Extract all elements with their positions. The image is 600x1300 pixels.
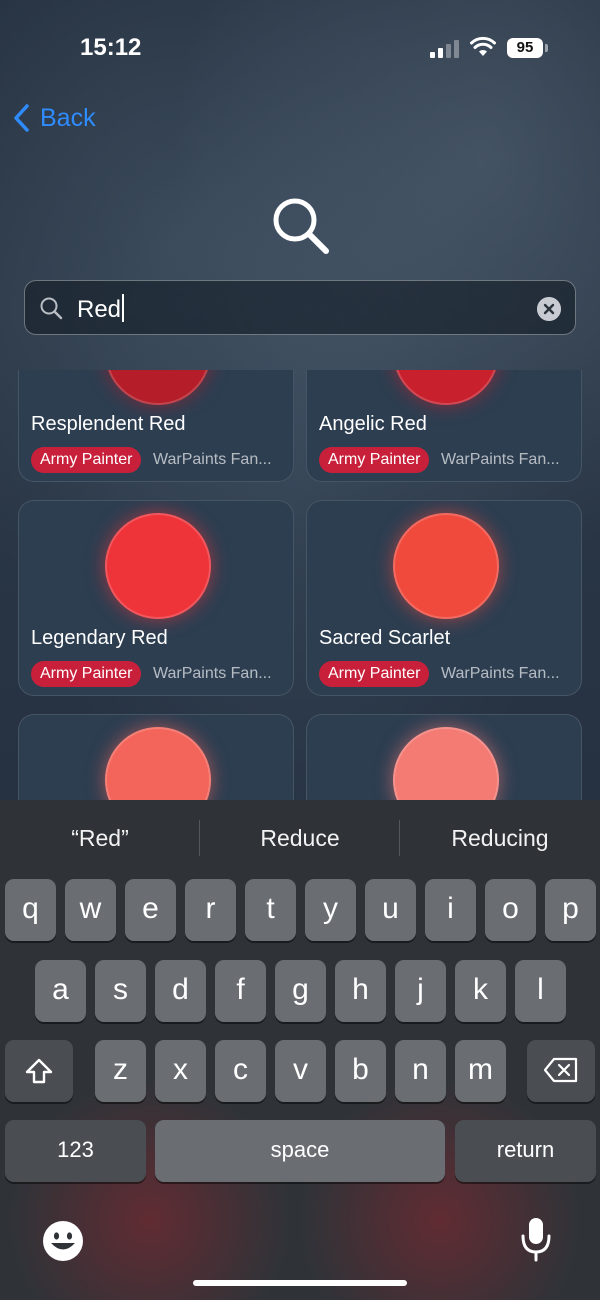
key-e[interactable]: e: [125, 879, 176, 941]
microphone-icon[interactable]: [520, 1216, 552, 1262]
paint-swatch: [105, 727, 211, 800]
suggestion-reducing[interactable]: Reducing: [400, 810, 600, 866]
search-icon: [273, 198, 329, 254]
chevron-left-icon: [14, 104, 29, 132]
results-grid: Resplendent Red Army Painter WarPaints F…: [0, 370, 600, 800]
key-t[interactable]: t: [245, 879, 296, 941]
status-time: 15:12: [80, 34, 142, 61]
paint-swatch: [393, 513, 499, 619]
key-x[interactable]: x: [155, 1040, 206, 1102]
numbers-key[interactable]: 123: [5, 1120, 146, 1182]
key-o[interactable]: o: [485, 879, 536, 941]
key-r[interactable]: r: [185, 879, 236, 941]
search-input[interactable]: Red: [24, 280, 576, 335]
paint-swatch: [105, 370, 211, 405]
return-key[interactable]: return: [455, 1120, 596, 1182]
paint-name: Sacred Scarlet: [319, 627, 451, 649]
text-caret: [122, 294, 125, 322]
key-z[interactable]: z: [95, 1040, 146, 1102]
paint-swatch: [393, 370, 499, 405]
paint-name: Resplendent Red: [31, 413, 186, 435]
backspace-icon: [543, 1057, 578, 1083]
key-u[interactable]: u: [365, 879, 416, 941]
brand-badge: Army Painter: [319, 447, 430, 473]
paint-card[interactable]: [306, 714, 582, 800]
paint-source: WarPaints Fan...: [153, 665, 272, 682]
back-label: Back: [40, 103, 96, 132]
paint-swatch: [105, 513, 211, 619]
key-f[interactable]: f: [215, 960, 266, 1022]
keyboard: “Red” Reduce Reducing q w e r t y u i o …: [0, 800, 600, 1300]
paint-card[interactable]: Angelic Red Army Painter WarPaints Fan..…: [306, 370, 582, 482]
paint-card[interactable]: Resplendent Red Army Painter WarPaints F…: [18, 370, 294, 482]
key-q[interactable]: q: [5, 879, 56, 941]
key-b[interactable]: b: [335, 1040, 386, 1102]
key-p[interactable]: p: [545, 879, 596, 941]
cellular-signal-icon: [430, 38, 462, 58]
shift-key[interactable]: [5, 1040, 73, 1102]
key-g[interactable]: g: [275, 960, 326, 1022]
home-indicator: [193, 1280, 407, 1286]
wifi-icon: [470, 36, 496, 56]
battery-tip: [545, 44, 548, 52]
key-l[interactable]: l: [515, 960, 566, 1022]
key-n[interactable]: n: [395, 1040, 446, 1102]
paint-source: WarPaints Fan...: [441, 665, 560, 682]
shift-icon: [25, 1058, 53, 1084]
status-bar: 15:12 95: [0, 0, 600, 96]
brand-badge: Army Painter: [319, 661, 430, 687]
search-field-icon: [40, 297, 63, 320]
key-d[interactable]: d: [155, 960, 206, 1022]
paint-source: WarPaints Fan...: [441, 451, 560, 468]
suggestion-red[interactable]: “Red”: [0, 810, 200, 866]
key-y[interactable]: y: [305, 879, 356, 941]
key-i[interactable]: i: [425, 879, 476, 941]
paint-card[interactable]: [18, 714, 294, 800]
paint-swatch: [393, 727, 499, 800]
paint-name: Legendary Red: [31, 627, 168, 649]
brand-badge: Army Painter: [31, 447, 142, 473]
paint-source: WarPaints Fan...: [153, 451, 272, 468]
key-k[interactable]: k: [455, 960, 506, 1022]
key-v[interactable]: v: [275, 1040, 326, 1102]
space-key[interactable]: space: [155, 1120, 445, 1182]
key-j[interactable]: j: [395, 960, 446, 1022]
back-button[interactable]: Back: [12, 100, 96, 136]
key-c[interactable]: c: [215, 1040, 266, 1102]
suggestion-reduce[interactable]: Reduce: [200, 810, 400, 866]
key-a[interactable]: a: [35, 960, 86, 1022]
key-s[interactable]: s: [95, 960, 146, 1022]
search-value: Red: [77, 294, 125, 324]
paint-name: Angelic Red: [319, 413, 427, 435]
paint-card[interactable]: Sacred Scarlet Army Painter WarPaints Fa…: [306, 500, 582, 696]
emoji-icon[interactable]: [42, 1220, 84, 1262]
delete-key[interactable]: [527, 1040, 595, 1102]
key-h[interactable]: h: [335, 960, 386, 1022]
paint-card[interactable]: Legendary Red Army Painter WarPaints Fan…: [18, 500, 294, 696]
clear-search-icon[interactable]: [537, 297, 561, 321]
battery-icon: 95: [507, 38, 543, 58]
key-m[interactable]: m: [455, 1040, 506, 1102]
key-w[interactable]: w: [65, 879, 116, 941]
brand-badge: Army Painter: [31, 661, 142, 687]
